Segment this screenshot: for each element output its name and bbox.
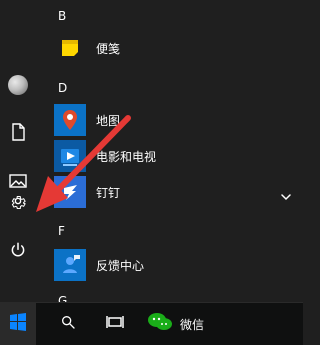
section-header-d[interactable]: D xyxy=(58,81,67,95)
app-dingtalk[interactable]: 钉钉 xyxy=(54,176,303,208)
app-label: 便笺 xyxy=(96,41,121,56)
wechat-label: 微信 xyxy=(180,317,205,332)
maps-icon xyxy=(54,104,86,136)
start-button[interactable] xyxy=(0,303,36,345)
sticky-notes-icon xyxy=(54,32,86,64)
chevron-down-icon[interactable] xyxy=(281,186,291,205)
app-list: B 便笺 D 地图 电影和电视 钉钉 F 反馈中心 G xyxy=(0,0,303,308)
windows-logo-icon xyxy=(9,313,27,335)
app-feedback-hub[interactable]: 反馈中心 xyxy=(54,249,303,281)
task-view-icon xyxy=(105,314,125,334)
app-label: 地图 xyxy=(96,113,121,128)
app-label: 钉钉 xyxy=(96,185,121,200)
app-label: 反馈中心 xyxy=(96,258,145,273)
movies-tv-icon xyxy=(54,140,86,172)
app-maps[interactable]: 地图 xyxy=(54,104,303,136)
wechat-taskbar-button[interactable]: 微信 xyxy=(146,303,212,345)
search-button[interactable] xyxy=(53,303,83,345)
task-view-button[interactable] xyxy=(98,303,132,345)
taskbar: 微信 xyxy=(0,302,303,345)
app-sticky-notes[interactable]: 便笺 xyxy=(54,32,303,64)
app-movies-tv[interactable]: 电影和电视 xyxy=(54,140,303,172)
search-icon xyxy=(60,314,76,334)
app-label: 电影和电视 xyxy=(96,149,157,164)
feedback-hub-icon xyxy=(54,249,86,281)
wechat-icon xyxy=(146,310,174,338)
section-header-f[interactable]: F xyxy=(58,224,65,238)
dingtalk-icon xyxy=(54,176,86,208)
section-header-b[interactable]: B xyxy=(58,9,66,23)
